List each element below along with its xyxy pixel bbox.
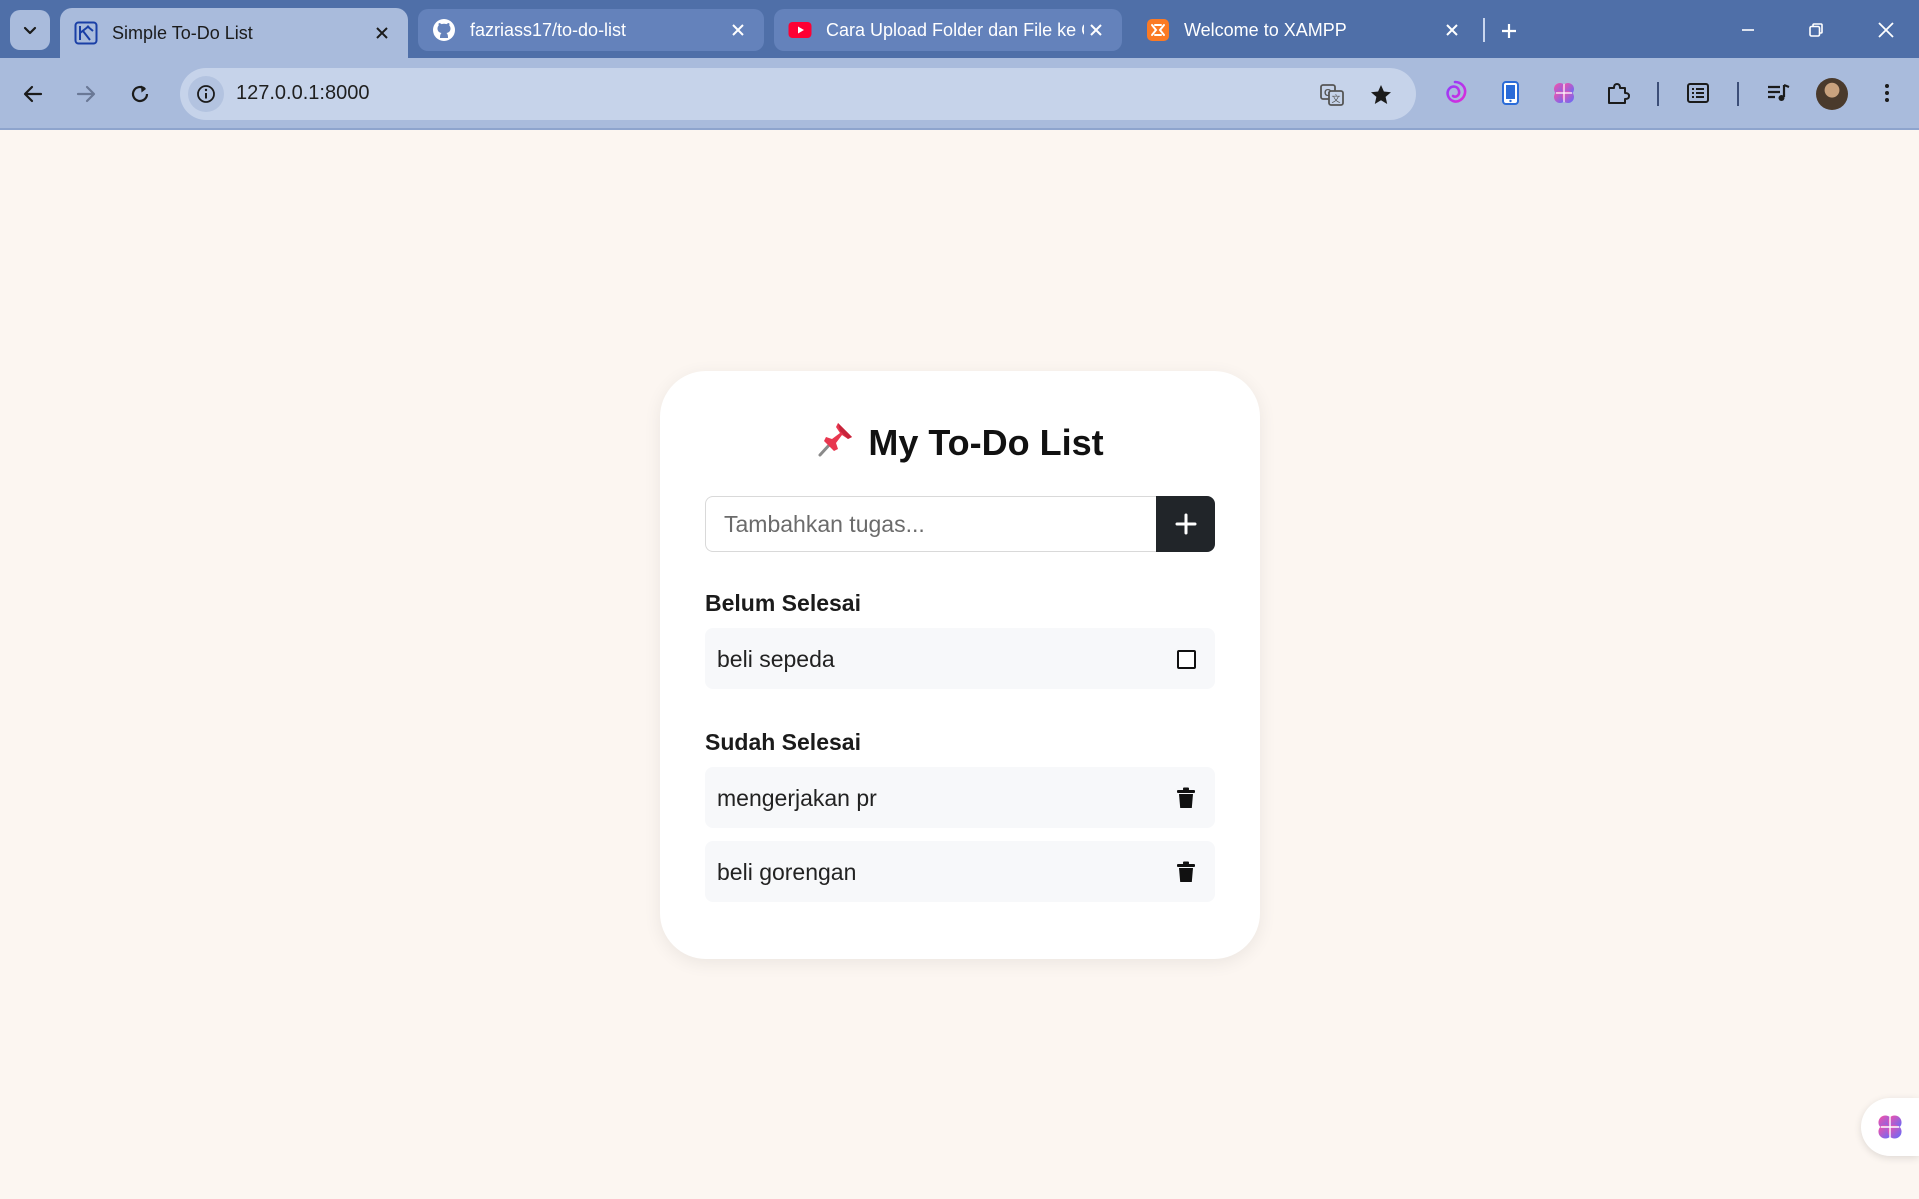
close-icon[interactable]: [370, 21, 394, 45]
xampp-icon: [1146, 18, 1170, 42]
info-icon: [197, 85, 215, 103]
add-task-button[interactable]: [1156, 496, 1215, 552]
svg-text:文: 文: [1332, 93, 1341, 105]
youtube-icon: [788, 18, 812, 42]
arrow-left-icon: [23, 85, 43, 103]
section-title-done: Sudah Selesai: [705, 729, 861, 755]
translate-icon: G文: [1320, 84, 1344, 106]
close-icon: [1878, 22, 1894, 38]
chevron-down-icon: [23, 26, 37, 35]
checkbox-icon: [1176, 649, 1196, 669]
restore-icon: [1809, 23, 1823, 37]
browser-toolbar: 127.0.0.1:8000 G文: [0, 58, 1919, 130]
tab-todo[interactable]: Simple To-Do List: [60, 8, 408, 58]
complete-checkbox[interactable]: [1175, 648, 1197, 670]
music-queue-icon: [1768, 83, 1790, 101]
minimize-icon: [1742, 29, 1754, 31]
browser-tab-bar: Simple To-Do List fazriass17/to-do-list …: [0, 0, 1919, 58]
reload-icon: [131, 85, 149, 103]
tab-title: Simple To-Do List: [112, 22, 253, 43]
trash-icon: [1177, 787, 1195, 808]
list-item: mengerjakan pr: [705, 767, 1215, 828]
profile-avatar[interactable]: [1816, 78, 1848, 110]
task-text: beli sepeda: [717, 646, 835, 672]
app-icon: [74, 21, 98, 45]
more-vertical-icon: [1885, 84, 1889, 102]
brain-extension-icon: [1554, 83, 1574, 103]
tab-xampp[interactable]: Welcome to XAMPP: [1132, 9, 1478, 51]
translate-button[interactable]: G文: [1317, 80, 1347, 110]
task-text: beli gorengan: [717, 859, 857, 885]
task-input[interactable]: [705, 496, 1157, 552]
address-bar[interactable]: 127.0.0.1:8000 G文: [180, 68, 1416, 120]
extension-brain-button[interactable]: [1546, 75, 1582, 111]
toolbar-divider: [1657, 82, 1659, 106]
list-item: beli sepeda: [705, 628, 1215, 689]
list-item: beli gorengan: [705, 841, 1215, 902]
restore-button[interactable]: [1794, 10, 1838, 50]
tab-youtube[interactable]: Cara Upload Folder dan File ke G: [774, 9, 1122, 51]
puzzle-icon: [1608, 83, 1630, 104]
extension-ai-button[interactable]: [1437, 75, 1473, 111]
tab-search-button[interactable]: [10, 10, 50, 50]
reload-button[interactable]: [120, 74, 160, 114]
section-title-pending: Belum Selesai: [705, 590, 861, 616]
close-window-button[interactable]: [1864, 10, 1908, 50]
media-control-button[interactable]: [1760, 75, 1796, 111]
reading-list-icon: [1687, 83, 1709, 103]
menu-button[interactable]: [1869, 75, 1905, 111]
extensions-button[interactable]: [1600, 75, 1636, 111]
trash-icon: [1177, 861, 1195, 882]
plus-icon: [1175, 513, 1196, 535]
forward-button[interactable]: [66, 74, 106, 114]
toolbar-divider: [1737, 82, 1739, 106]
pushpin-icon: [816, 419, 856, 459]
task-text: mengerjakan pr: [717, 785, 877, 811]
github-icon: [432, 18, 456, 42]
arrow-right-icon: [76, 85, 96, 103]
new-tab-button[interactable]: [1492, 14, 1526, 48]
tab-title: Cara Upload Folder dan File ke G: [826, 19, 1084, 40]
phone-extension-icon: [1502, 81, 1519, 105]
title-text: My To-Do List: [868, 422, 1104, 463]
star-icon: [1371, 85, 1391, 104]
tab-divider: [1483, 18, 1485, 42]
extension-phone-button[interactable]: [1492, 75, 1528, 111]
bookmark-button[interactable]: [1366, 80, 1396, 110]
tab-title: fazriass17/to-do-list: [470, 19, 627, 40]
page-title: My To-Do List: [660, 419, 1260, 464]
close-icon[interactable]: [726, 18, 750, 42]
delete-button[interactable]: [1175, 861, 1197, 883]
delete-button[interactable]: [1175, 787, 1197, 809]
minimize-button[interactable]: [1726, 10, 1770, 50]
close-icon[interactable]: [1440, 18, 1464, 42]
site-info-button[interactable]: [188, 76, 224, 112]
todo-card: My To-Do List Belum Selesai beli sepeda …: [660, 371, 1260, 959]
close-icon[interactable]: [1084, 18, 1108, 42]
spiral-extension-icon: [1446, 80, 1467, 103]
tab-title: Welcome to XAMPP: [1184, 19, 1347, 40]
brain-extension-icon: [1878, 1115, 1902, 1139]
plus-icon: [1502, 24, 1516, 38]
tab-github[interactable]: fazriass17/to-do-list: [418, 9, 764, 51]
reading-list-button[interactable]: [1680, 75, 1716, 111]
floating-assistant-button[interactable]: [1861, 1098, 1919, 1156]
back-button[interactable]: [13, 74, 53, 114]
url-text[interactable]: 127.0.0.1:8000: [236, 82, 369, 105]
